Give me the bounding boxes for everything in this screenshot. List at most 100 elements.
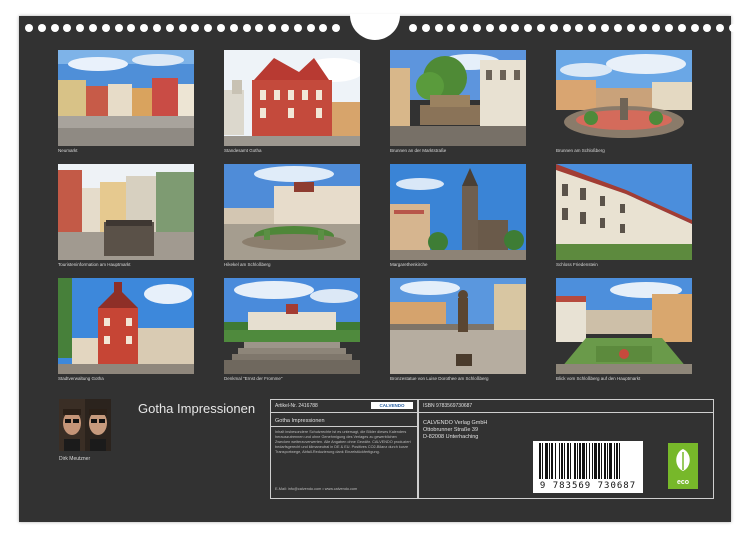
photo-wasserkunst [224,164,360,260]
barcode-bar [582,443,585,479]
binding-hole [204,24,213,32]
calvendo-logo: CALVENDO [371,402,413,409]
binding-hole [242,24,251,32]
photo-neumarkt [58,50,194,146]
binding-hole [281,24,289,32]
barcode-bar [607,443,608,479]
isbn-box: ISBN 9783569730687 CALVENDO Verlag GmbH … [417,399,714,499]
photo-margarethenkirche [390,164,526,260]
binding-hole [549,24,558,32]
barcode-bar [567,443,569,479]
binding-hole [76,24,85,32]
photo-schloss-friedenstein [556,164,692,260]
barcode-bar [564,443,565,479]
article-info-box: Artikel-Nr. 2416788 CALVENDO Gotha Impre… [270,399,419,499]
hanger-cutout [350,14,400,40]
binding-hole [729,24,737,32]
caption-schloss-friedenstein: Schloss Friedenstein [556,262,598,267]
calendar-title: Gotha Impressionen [138,401,256,416]
photographer-portrait [59,399,111,451]
caption-brunnen-schlossberg: Brunnen am Schloßberg [556,148,605,153]
barcode: 9 783569 730687 [533,441,643,493]
binding-hole [613,24,622,32]
binding-hole [153,24,161,32]
barcode-bar [598,443,600,479]
barcode-bar [551,443,553,479]
binding-hole [447,24,456,32]
photo-stadtverwaltung [58,278,194,374]
contact-email: E-Mail: info@calvendo.com • www.calvendo… [275,487,358,491]
binding-hole [716,24,725,32]
binding-hole [421,24,430,32]
caption-blick-hauptmarkt: Blick vom Schloßberg auf den Hauptmarkt [556,376,641,381]
publisher-street: Ottobrunner Straße 39 [423,427,479,433]
barcode-bar [555,443,556,479]
barcode-bar [594,443,597,479]
photo-bronzestatue [390,278,526,374]
binding-hole [409,24,417,32]
binding-hole [101,24,110,32]
caption-neumarkt: Neumarkt [58,148,78,153]
binding-hole [511,24,520,32]
barcode-bar [577,443,578,479]
binding-hole [332,24,341,32]
barcode-bar [614,443,615,479]
leaf-icon [676,449,690,471]
barcode-bar [539,443,541,479]
isbn-label: ISBN 9783569730687 [423,403,473,409]
photographer-name: Dirk Meutzner [59,456,91,462]
binding-hole [703,24,712,32]
barcode-bar [570,443,571,479]
binding-hole [306,24,315,32]
barcode-bar [586,443,587,479]
binding-hole [140,24,149,32]
binding-hole [588,24,597,32]
barcode-bar [589,443,590,479]
binding-hole [601,24,609,32]
barcode-bar [601,443,602,479]
barcode-bar [592,443,593,479]
barcode-bar [616,443,618,479]
eco-label: eco [676,479,690,486]
barcode-bar [561,443,563,479]
barcode-bar [609,443,612,479]
binding-hole [50,24,59,32]
info-title: Gotha Impressionen [275,418,325,424]
binding-hole [485,24,494,32]
eco-badge: eco [668,443,698,489]
photo-standesamt [224,50,360,146]
binding-hole [575,24,584,32]
binding-hole [652,24,661,32]
legal-text: Inhalt insbesondere Schutzrechte ist es … [275,430,411,454]
article-header-row: Artikel-Nr. 2416788 CALVENDO [271,400,418,413]
binding-hole [639,24,648,32]
binding-hole [217,24,225,32]
caption-standesamt: Standesamt Gotha [224,148,262,153]
barcode-bar [574,443,576,479]
caption-touristeninformation: Touristeninformation am Hauptmarkt [58,262,131,267]
binding-hole [255,24,264,32]
caption-bronzestatue: Bronzestatue von Luise Dorothee am Schlo… [390,376,489,381]
info-divider [271,426,418,427]
binding-hole [127,24,136,32]
barcode-bar [542,443,543,479]
calendar-back-cover: Neumarkt Standesamt Gotha Brunnen an der… [19,14,737,522]
binding-hole [524,24,533,32]
binding-hole [89,24,97,32]
caption-stadtverwaltung: Stadtverwaltung Gotha [58,376,104,381]
binding-hole [37,24,46,32]
caption-brunnen-marktstrasse: Brunnen an der Marktstraße [390,148,447,153]
binding-hole [434,24,443,32]
article-number: Artikel-Nr. 2416788 [275,403,318,409]
binding-hole [690,24,699,32]
barcode-bar [559,443,560,479]
barcode-bar [604,443,606,479]
binding-hole [473,24,481,32]
binding-hole [25,24,33,32]
binding-hole [460,24,469,32]
photo-brunnen-schlossberg [556,50,692,146]
publisher-address: CALVENDO Verlag GmbH Ottobrunner Straße … [423,420,487,441]
binding-hole [562,24,571,32]
photo-brunnen-marktstrasse [390,50,526,146]
barcode-bar [549,443,550,479]
